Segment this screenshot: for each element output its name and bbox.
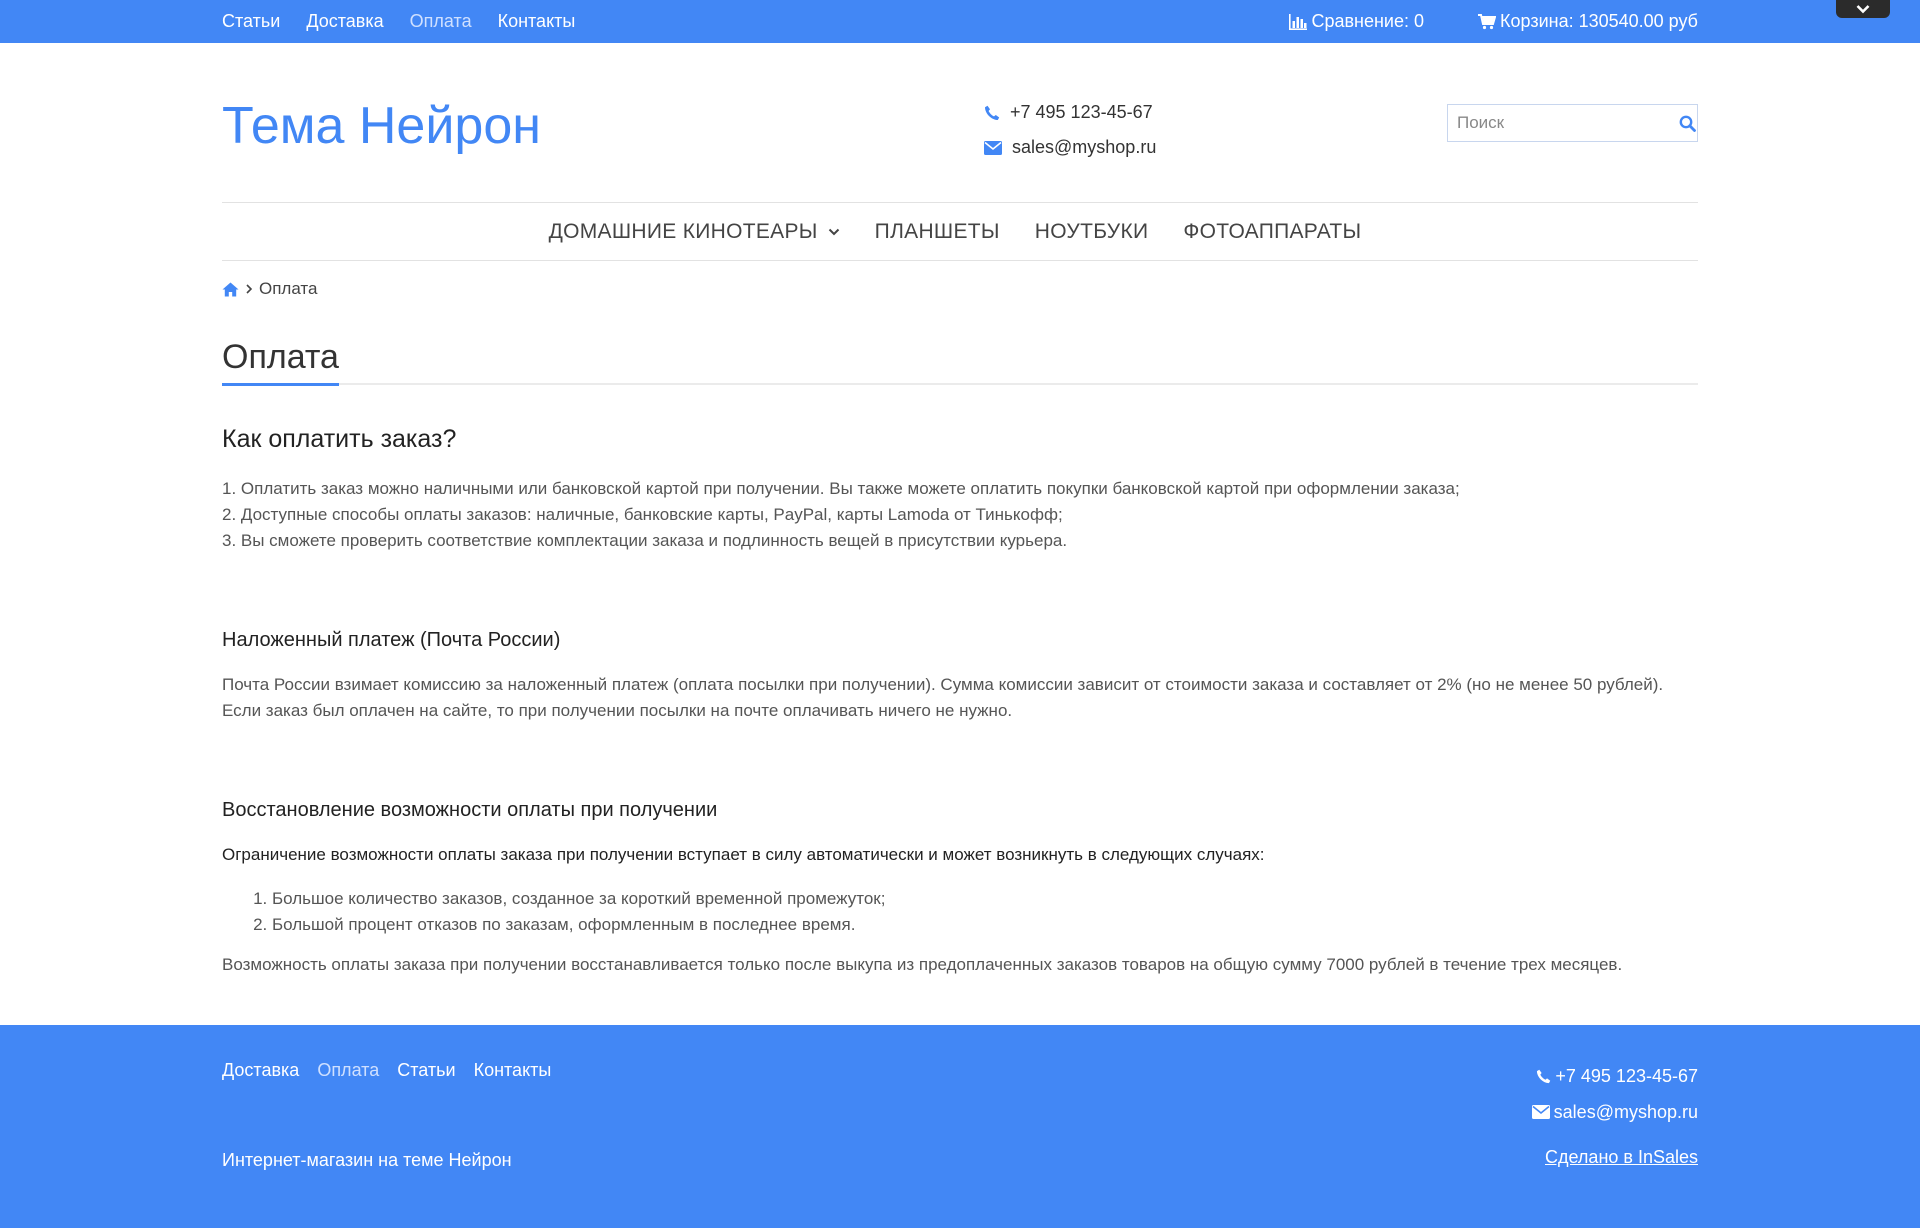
chevron-down-icon	[1856, 5, 1870, 14]
intro-line-3: 3. Вы сможете проверить соответствие ком…	[222, 531, 1068, 550]
footer-contacts: +7 495 123-45-67 sales@myshop.ru	[1531, 1058, 1698, 1130]
site-footer: Доставка Оплата Статьи Контакты Интернет…	[0, 1025, 1920, 1228]
restriction-cases-list: Большое количество заказов, созданное за…	[272, 886, 1698, 938]
envelope-icon	[1531, 1105, 1550, 1119]
intro-text: 1. Оплатить заказ можно наличными или ба…	[222, 476, 1698, 554]
footer-nav-articles[interactable]: Статьи	[397, 1060, 455, 1081]
header-email-text[interactable]: sales@myshop.ru	[1012, 137, 1156, 158]
main-nav-home-theaters-label: ДОМАШНИЕ КИНОТЕАРЫ	[548, 219, 818, 243]
compare-link[interactable]: Сравнение: 0	[1289, 11, 1424, 32]
site-logo[interactable]: Тема Нейрон	[222, 96, 541, 156]
main-nav-cameras[interactable]: ФОТОАППАРАТЫ	[1183, 220, 1361, 244]
header-phone-text: +7 495 123-45-67	[1010, 102, 1153, 122]
top-nav-articles[interactable]: Статьи	[222, 11, 280, 32]
footer-nav: Доставка Оплата Статьи Контакты	[222, 1060, 551, 1081]
section-heading-how-to-pay: Как оплатить заказ?	[222, 425, 457, 453]
section-cash-on-delivery: Наложенный платеж (Почта России) Почта Р…	[222, 629, 1698, 724]
header-email: sales@myshop.ru	[984, 130, 1156, 165]
footer-nav-payment[interactable]: Оплата	[317, 1060, 379, 1081]
section-restore-payment-lead: Ограничение возможности оплаты заказа пр…	[222, 845, 1265, 864]
top-nav-delivery[interactable]: Доставка	[306, 11, 383, 32]
page-title: Оплата	[222, 337, 339, 386]
page-content: Как оплатить заказ? 1. Оплатить заказ мо…	[222, 385, 1698, 978]
list-item: Большой процент отказов по заказам, офор…	[272, 912, 1698, 938]
page-title-box: Оплата	[222, 317, 1698, 386]
search-input[interactable]	[1448, 105, 1678, 141]
top-nav-contacts[interactable]: Контакты	[498, 11, 576, 32]
footer-copyright: Интернет-магазин на теме Нейрон	[222, 1150, 512, 1170]
search-icon	[1679, 115, 1696, 132]
list-item: Большое количество заказов, созданное за…	[272, 886, 1698, 912]
main-nav: ДОМАШНИЕ КИНОТЕАРЫ ПЛАНШЕТЫ НОУТБУКИ ФОТ…	[0, 203, 1920, 261]
cart-link[interactable]: Корзина: 130540.00 руб	[1478, 11, 1698, 32]
section-restore-payment-title: Восстановление возможности оплаты при по…	[222, 799, 718, 821]
footer-email: sales@myshop.ru	[1531, 1094, 1698, 1130]
intro-line-2: 2. Доступные способы оплаты заказов: нал…	[222, 505, 1063, 524]
section-cash-on-delivery-title: Наложенный платеж (Почта России)	[222, 629, 561, 651]
made-in-insales-link[interactable]: Сделано в InSales	[1545, 1147, 1698, 1168]
cart-label: Корзина: 130540.00 руб	[1500, 11, 1698, 31]
home-icon[interactable]	[222, 282, 239, 297]
header-contacts: +7 495 123-45-67 sales@myshop.ru	[984, 95, 1156, 165]
chevron-right-icon	[246, 284, 253, 294]
compare-label: Сравнение: 0	[1311, 11, 1425, 31]
envelope-icon	[984, 140, 1002, 155]
bar-chart-icon	[1289, 13, 1308, 30]
footer-email-text[interactable]: sales@myshop.ru	[1554, 1102, 1698, 1123]
footer-nav-contacts[interactable]: Контакты	[474, 1060, 552, 1081]
site-header: Тема Нейрон +7 495 123-45-67 sales@mysho…	[0, 43, 1920, 203]
section-cash-on-delivery-text: Почта России взимает комиссию за наложен…	[222, 675, 1664, 720]
footer-phone-text: +7 495 123-45-67	[1555, 1065, 1698, 1086]
header-phone: +7 495 123-45-67	[984, 95, 1156, 130]
top-nav: Статьи Доставка Оплата Контакты	[222, 11, 575, 32]
intro-line-1: 1. Оплатить заказ можно наличными или ба…	[222, 479, 1460, 498]
top-bar: Статьи Доставка Оплата Контакты Сравнени…	[0, 0, 1920, 43]
breadcrumb: Оплата	[222, 261, 1698, 317]
section-restore-payment-text: Возможность оплаты заказа при получении …	[222, 955, 1623, 974]
phone-icon	[985, 105, 1000, 120]
main-nav-laptops[interactable]: НОУТБУКИ	[1035, 220, 1149, 244]
top-nav-payment[interactable]: Оплата	[410, 11, 472, 32]
main-nav-home-theaters[interactable]: ДОМАШНИЕ КИНОТЕАРЫ	[549, 220, 840, 244]
search-box	[1447, 104, 1698, 142]
breadcrumb-current: Оплата	[259, 279, 318, 298]
collapse-toggle-button[interactable]	[1836, 0, 1890, 18]
main-nav-tablets[interactable]: ПЛАНШЕТЫ	[875, 220, 1000, 244]
cart-icon	[1478, 13, 1497, 29]
search-button[interactable]	[1678, 105, 1697, 141]
chevron-down-icon	[828, 228, 839, 235]
top-right-links: Сравнение: 0 Корзина: 130540.00 руб	[1289, 11, 1698, 32]
footer-nav-delivery[interactable]: Доставка	[222, 1060, 299, 1081]
footer-phone: +7 495 123-45-67	[1532, 1058, 1698, 1094]
phone-icon	[1537, 1069, 1551, 1083]
section-restore-payment: Восстановление возможности оплаты при по…	[222, 799, 1698, 978]
